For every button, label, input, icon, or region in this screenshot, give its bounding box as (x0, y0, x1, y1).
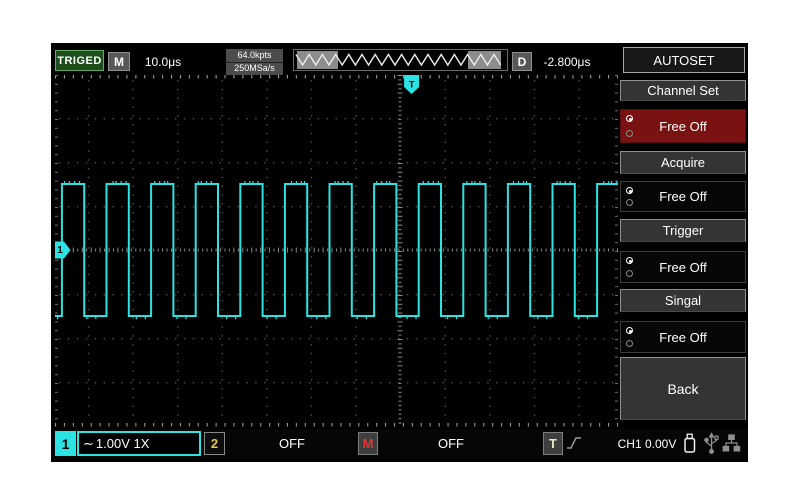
trigger-slope-icon (566, 435, 582, 452)
radio-unselected-icon (626, 270, 633, 277)
usb-device-icon (680, 432, 699, 455)
menu-option-acquire-free-off[interactable]: Free Off (620, 181, 746, 212)
menu-option-singal-free-off[interactable]: Free Off (620, 321, 746, 353)
usb-host-icon (702, 432, 721, 455)
trigger-badge[interactable]: T (543, 432, 563, 455)
ch1-settings[interactable]: ∼ 1.00V 1X (77, 431, 201, 456)
menu-option-label: Free Off (659, 260, 706, 275)
ch2-badge[interactable]: 2 (204, 432, 225, 455)
menu-option-label: Free Off (659, 330, 706, 345)
radio-unselected-icon (626, 340, 633, 347)
svg-text:1: 1 (57, 245, 63, 256)
radio-selected-icon (626, 327, 633, 334)
acquisition-readout: 64.0kpts 250MSa/s (226, 49, 283, 75)
sample-rate-readout: 250MSa/s (226, 63, 283, 76)
waveform-display: T1 (55, 75, 618, 427)
memory-depth-readout: 64.0kpts (226, 49, 283, 62)
timebase-readout: 10.0μs (133, 52, 193, 71)
menu-button-acquire[interactable]: Acquire (620, 151, 746, 174)
ch2-status: OFF (227, 432, 357, 455)
trigger-delay-readout: -2.800μs (524, 52, 610, 71)
radio-unselected-icon (626, 130, 633, 137)
radio-selected-icon (626, 115, 633, 122)
ch1-badge[interactable]: 1 (55, 431, 76, 456)
menu-button-singal[interactable]: Singal (620, 289, 746, 312)
oscilloscope-screen: TRIGED M 10.0μs 64.0kpts 250MSa/s D -2.8… (51, 43, 748, 462)
autoset-button[interactable]: AUTOSET (623, 47, 745, 73)
ch1-coupling-icon: ∼ (83, 436, 94, 452)
top-status-bar: TRIGED M 10.0μs 64.0kpts 250MSa/s D -2.8… (51, 43, 748, 75)
bottom-status-bar: 1 ∼ 1.00V 1X 2 OFF M OFF T CH1 0.00V (51, 429, 748, 459)
menu-button-trigger[interactable]: Trigger (620, 219, 746, 242)
svg-text:T: T (409, 80, 415, 91)
waveform-preview-strip (293, 49, 508, 71)
math-badge[interactable]: M (358, 432, 378, 455)
menu-option-label: Free Off (659, 189, 706, 204)
menu-button-back[interactable]: Back (620, 357, 746, 420)
menu-option-label: Free Off (659, 119, 706, 134)
horizontal-mode-badge: M (108, 52, 130, 71)
radio-selected-icon (626, 257, 633, 264)
math-status: OFF (381, 432, 521, 455)
radio-selected-icon (626, 187, 633, 194)
menu-button-channel-set[interactable]: Channel Set (620, 80, 746, 101)
menu-option-channel-free-off[interactable]: Free Off (620, 109, 746, 143)
radio-unselected-icon (626, 199, 633, 206)
ch1-scale-readout: 1.00V 1X (96, 436, 150, 451)
menu-option-trigger-free-off[interactable]: Free Off (620, 251, 746, 283)
lan-icon (722, 432, 741, 455)
trigger-status-badge: TRIGED (55, 50, 104, 71)
